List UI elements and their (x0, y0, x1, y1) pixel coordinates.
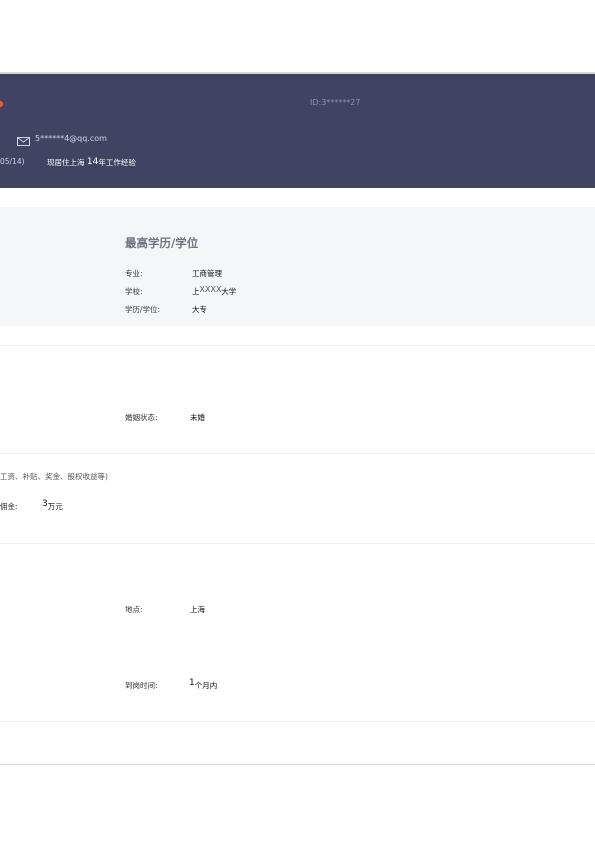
major-label: 专业: (125, 269, 143, 278)
school-value: 上XXXX大学 (192, 285, 236, 297)
bottom-divider (0, 764, 595, 765)
experience-suffix: 年工作经验 (98, 158, 136, 167)
experience-years: 14 (86, 157, 99, 167)
residence-text: 现居住上海 (47, 158, 85, 167)
salary-note: 工资、补贴、奖金、股权收益等) (0, 472, 108, 481)
major-value: 工商管理 (192, 269, 222, 278)
degree-value: 大专 (192, 305, 207, 314)
date-fragment: 05/14) (0, 157, 25, 166)
location-value: 上海 (190, 605, 205, 614)
section-divider (0, 721, 595, 722)
section-divider (0, 453, 595, 454)
experience-summary: 现居住上海 14年工作经验 (47, 157, 136, 168)
school-label: 学校: (125, 287, 143, 296)
education-section (0, 207, 595, 326)
section-divider (0, 345, 595, 346)
marital-value: 未婚 (190, 413, 205, 422)
arrival-label: 到岗时间: (125, 681, 158, 690)
mail-icon (17, 137, 30, 146)
marital-label: 婚姻状态: (125, 413, 158, 422)
candidate-id: ID:3******27 (310, 98, 361, 107)
commission-value: 3万元 (42, 499, 63, 512)
school-suffix: 大学 (221, 287, 237, 296)
arrival-unit: 个月内 (194, 681, 218, 690)
resume-page: ID:3******27 5******4@qq.com 05/14) 现居住上… (0, 0, 595, 842)
school-prefix: 上 (192, 287, 200, 296)
commission-unit: 万元 (47, 502, 63, 511)
profile-header (0, 74, 595, 188)
school-masked: XXXX (199, 285, 222, 294)
section-divider (0, 543, 595, 544)
email-address: 5******4@qq.com (35, 134, 107, 143)
commission-label: 佣金: (0, 502, 18, 511)
location-label: 地点: (125, 605, 143, 614)
arrival-value: 1个月内 (189, 678, 217, 691)
education-title: 最高学历/学位 (125, 236, 199, 250)
degree-label: 学历/学位: (125, 305, 161, 314)
